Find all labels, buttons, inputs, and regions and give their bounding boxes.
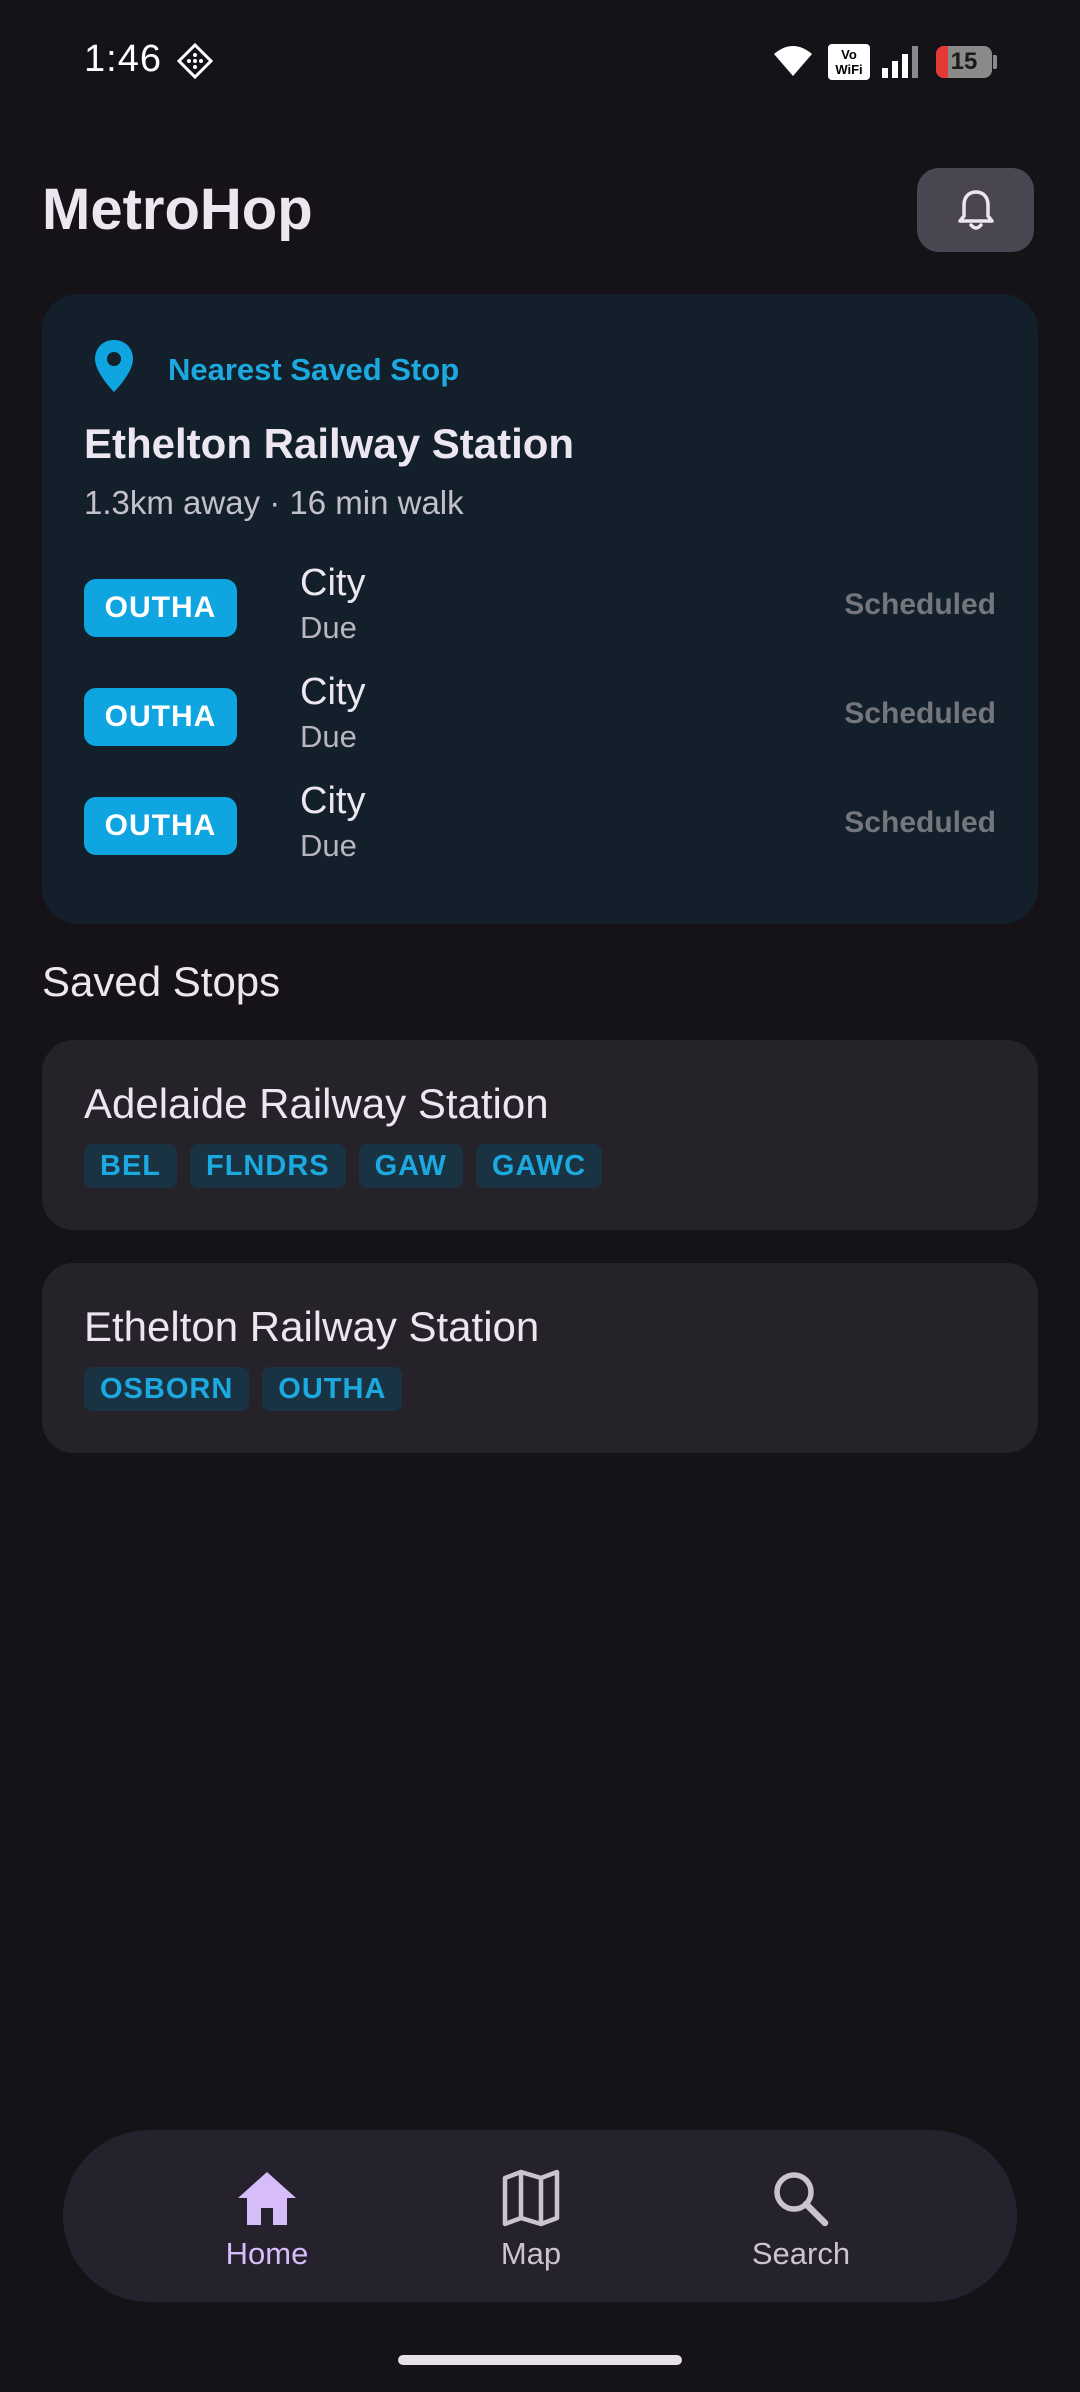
wifi-icon bbox=[774, 46, 812, 76]
nav-search-label: Search bbox=[751, 2236, 851, 2271]
battery-level: 15 bbox=[950, 48, 978, 75]
saved-stop-routes: OSBORN OUTHA bbox=[84, 1367, 403, 1411]
saved-stop-card[interactable]: Ethelton Railway Station OSBORN OUTHA bbox=[42, 1263, 1038, 1453]
route-badge: OUTHA bbox=[84, 797, 237, 855]
departure-due: Due bbox=[300, 828, 357, 863]
saved-stop-name: Adelaide Railway Station bbox=[84, 1080, 549, 1127]
battery-icon: 15 bbox=[936, 46, 992, 78]
nav-home-label: Home bbox=[225, 2236, 309, 2271]
nearest-label: Nearest Saved Stop bbox=[168, 352, 460, 387]
route-badge: OUTHA bbox=[84, 688, 237, 746]
status-bar: 1:46 Vo WiFi 15 bbox=[0, 0, 1080, 126]
departure-due: Due bbox=[300, 610, 357, 645]
search-icon bbox=[774, 2172, 829, 2227]
home-indicator[interactable] bbox=[398, 2355, 682, 2365]
route-chip: GAW bbox=[358, 1144, 463, 1188]
vowifi-icon: Vo WiFi bbox=[828, 44, 870, 80]
departure-destination: City bbox=[300, 562, 366, 604]
departure-status: Scheduled bbox=[844, 588, 996, 621]
route-chip: OSBORN bbox=[84, 1367, 250, 1411]
bell-icon bbox=[957, 190, 994, 230]
saved-stop-card[interactable]: Adelaide Railway Station BEL FLNDRS GAW … bbox=[42, 1040, 1038, 1230]
route-chip: BEL bbox=[84, 1144, 177, 1188]
notifications-button[interactable] bbox=[917, 168, 1034, 252]
saved-stop-name: Ethelton Railway Station bbox=[84, 1303, 540, 1350]
location-pin-icon bbox=[95, 340, 133, 392]
departure-status: Scheduled bbox=[844, 806, 996, 839]
departure-destination: City bbox=[300, 780, 366, 822]
departure-status: Scheduled bbox=[844, 697, 996, 730]
nav-search[interactable]: Search bbox=[701, 2130, 901, 2302]
map-icon bbox=[502, 2169, 560, 2227]
nearest-stop-name: Ethelton Railway Station bbox=[84, 420, 575, 467]
route-badge: OUTHA bbox=[84, 579, 237, 637]
nav-home[interactable]: Home bbox=[167, 2130, 367, 2302]
app-title: MetroHop bbox=[42, 177, 313, 242]
departure-row[interactable]: OUTHA City Due Scheduled bbox=[84, 671, 996, 761]
nav-map[interactable]: Map bbox=[431, 2130, 631, 2302]
route-chip: OUTHA bbox=[262, 1367, 403, 1411]
signal-icon bbox=[882, 46, 918, 78]
notification-diamond-icon bbox=[176, 42, 214, 80]
nearest-stop-card[interactable]: Nearest Saved Stop Ethelton Railway Stat… bbox=[42, 294, 1038, 924]
saved-stops-title: Saved Stops bbox=[42, 958, 281, 1005]
route-chip: FLNDRS bbox=[190, 1144, 346, 1188]
saved-stop-routes: BEL FLNDRS GAW GAWC bbox=[84, 1144, 603, 1188]
nearest-distance: 1.3km away · 16 min walk bbox=[84, 484, 464, 521]
departure-row[interactable]: OUTHA City Due Scheduled bbox=[84, 780, 996, 870]
status-time: 1:46 bbox=[84, 38, 162, 80]
departure-destination: City bbox=[300, 671, 366, 713]
bottom-navigation: Home Map Search bbox=[63, 2130, 1017, 2302]
departure-row[interactable]: OUTHA City Due Scheduled bbox=[84, 562, 996, 652]
nav-map-label: Map bbox=[500, 2236, 562, 2271]
battery-tip bbox=[993, 55, 997, 69]
route-chip: GAWC bbox=[475, 1144, 603, 1188]
departure-due: Due bbox=[300, 719, 357, 754]
home-icon bbox=[238, 2172, 296, 2225]
